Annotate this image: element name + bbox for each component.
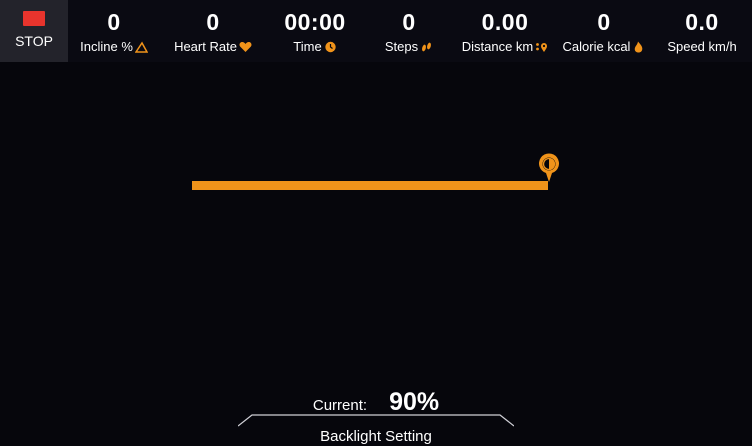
heart-icon xyxy=(239,41,252,53)
speed-label: Speed km/h xyxy=(667,39,737,54)
steps-label: Steps xyxy=(384,39,419,54)
brightness-icon[interactable] xyxy=(537,153,561,183)
incline-icon xyxy=(134,41,148,53)
backlight-slider-track[interactable] xyxy=(192,181,548,190)
distance-metric: 0.00 Distance km xyxy=(454,0,556,62)
backlight-panel: Current: 90% Backlight Setting xyxy=(0,380,752,446)
speed-value: 0.0 xyxy=(685,9,719,35)
clock-icon xyxy=(324,41,337,53)
backlight-setting-title: Backlight Setting xyxy=(320,428,432,445)
status-bar: STOP 0 Incline % 0 Heart Rate 00:00 Time xyxy=(0,0,752,62)
time-metric: 00:00 Time xyxy=(266,0,364,62)
heart-rate-label: Heart Rate xyxy=(174,39,237,54)
stop-button[interactable]: STOP xyxy=(0,0,68,62)
steps-metric: 0 Steps xyxy=(364,0,454,62)
distance-value: 0.00 xyxy=(481,9,529,35)
incline-metric: 0 Incline % xyxy=(68,0,160,62)
calorie-metric: 0 Calorie kcal xyxy=(556,0,652,62)
stop-icon xyxy=(23,11,45,26)
flame-icon xyxy=(632,41,645,53)
steps-value: 0 xyxy=(402,9,416,35)
time-value: 00:00 xyxy=(284,9,346,35)
distance-label: Distance km xyxy=(461,39,534,54)
stop-label: STOP xyxy=(15,33,53,49)
incline-value: 0 xyxy=(107,9,121,35)
heart-rate-value: 0 xyxy=(206,9,220,35)
heart-rate-metric: 0 Heart Rate xyxy=(160,0,266,62)
speed-metric: 0.0 Speed km/h xyxy=(652,0,752,62)
time-label: Time xyxy=(293,39,322,54)
footsteps-icon xyxy=(420,41,433,53)
location-pin-icon xyxy=(535,41,548,53)
calorie-label: Calorie kcal xyxy=(562,39,631,54)
incline-label: Incline % xyxy=(80,39,133,54)
calorie-value: 0 xyxy=(597,9,611,35)
